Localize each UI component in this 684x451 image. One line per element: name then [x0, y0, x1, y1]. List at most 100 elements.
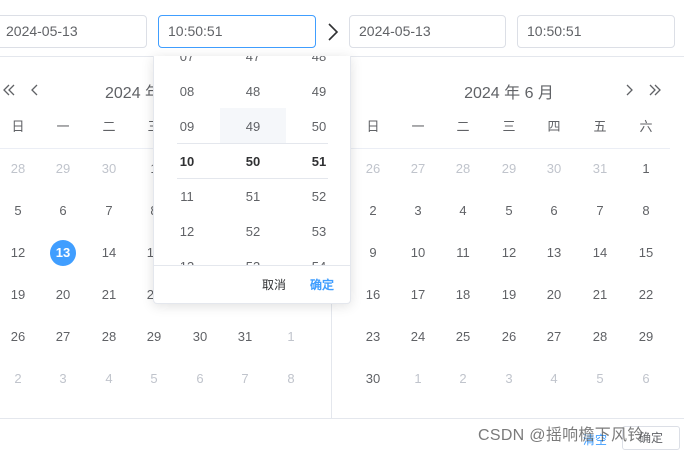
- day-cell[interactable]: 1: [630, 157, 662, 181]
- day-cell[interactable]: 26: [2, 325, 34, 349]
- time-cancel-button[interactable]: 取消: [262, 278, 286, 292]
- day-cell[interactable]: 22: [630, 283, 662, 307]
- day-cell-other-month[interactable]: 28: [2, 157, 34, 181]
- day-cell[interactable]: 9: [357, 241, 389, 265]
- day-cell[interactable]: 4: [447, 199, 479, 223]
- day-cell-other-month[interactable]: 26: [357, 157, 389, 181]
- day-cell[interactable]: 11: [447, 241, 479, 265]
- end-date-input[interactable]: 2024-05-13: [349, 15, 506, 48]
- start-date-input[interactable]: 2024-05-13: [0, 15, 147, 48]
- day-cell-other-month[interactable]: 27: [402, 157, 434, 181]
- day-cell[interactable]: 26: [493, 325, 525, 349]
- day-cell-other-month[interactable]: 6: [630, 367, 662, 391]
- day-cell-other-month[interactable]: 3: [493, 367, 525, 391]
- day-cell[interactable]: 28: [93, 325, 125, 349]
- next-month-icon[interactable]: [622, 83, 636, 97]
- time-option-selected[interactable]: 51: [286, 144, 350, 179]
- day-cell[interactable]: 21: [584, 283, 616, 307]
- day-cell[interactable]: 8: [630, 199, 662, 223]
- prev-month-icon[interactable]: [28, 83, 42, 97]
- prev-year-icon[interactable]: [2, 83, 16, 97]
- day-cell[interactable]: 13: [538, 241, 570, 265]
- time-option[interactable]: 07: [154, 56, 220, 74]
- time-option[interactable]: 49: [220, 109, 286, 144]
- time-option[interactable]: 48: [220, 74, 286, 109]
- day-cell[interactable]: 23: [357, 325, 389, 349]
- day-cell[interactable]: 30: [184, 325, 216, 349]
- day-cell[interactable]: 5: [2, 199, 34, 223]
- day-cell[interactable]: 27: [538, 325, 570, 349]
- time-option[interactable]: 13: [154, 249, 220, 265]
- day-cell-other-month[interactable]: 1: [275, 325, 307, 349]
- day-cell[interactable]: 12: [493, 241, 525, 265]
- time-option[interactable]: 48: [286, 56, 350, 74]
- day-cell[interactable]: 17: [402, 283, 434, 307]
- day-cell[interactable]: 5: [493, 199, 525, 223]
- day-cell[interactable]: 29: [630, 325, 662, 349]
- day-cell[interactable]: 27: [47, 325, 79, 349]
- next-year-icon[interactable]: [648, 83, 662, 97]
- day-cell-other-month[interactable]: 4: [93, 367, 125, 391]
- day-cell-other-month[interactable]: 4: [538, 367, 570, 391]
- day-cell[interactable]: 24: [402, 325, 434, 349]
- end-time-input[interactable]: 10:50:51: [517, 15, 675, 48]
- day-cell[interactable]: 25: [447, 325, 479, 349]
- day-cell[interactable]: 16: [357, 283, 389, 307]
- day-cell-other-month[interactable]: 28: [447, 157, 479, 181]
- day-cell-other-month[interactable]: 6: [184, 367, 216, 391]
- day-cell[interactable]: 31: [229, 325, 261, 349]
- day-cell[interactable]: 6: [47, 199, 79, 223]
- day-cell[interactable]: 20: [538, 283, 570, 307]
- time-option[interactable]: 52: [286, 179, 350, 214]
- time-option[interactable]: 09: [154, 109, 220, 144]
- time-option-selected[interactable]: 50: [220, 144, 286, 179]
- day-cell-other-month[interactable]: 1: [402, 367, 434, 391]
- day-cell-other-month[interactable]: 2: [2, 367, 34, 391]
- day-cell[interactable]: 28: [584, 325, 616, 349]
- time-option[interactable]: 08: [154, 74, 220, 109]
- day-cell[interactable]: 6: [538, 199, 570, 223]
- time-option[interactable]: 53: [286, 214, 350, 249]
- day-cell[interactable]: 19: [2, 283, 34, 307]
- day-cell-today[interactable]: 13: [47, 240, 79, 266]
- day-cell[interactable]: 7: [584, 199, 616, 223]
- day-cell[interactable]: 21: [93, 283, 125, 307]
- time-option[interactable]: 52: [220, 214, 286, 249]
- time-option[interactable]: 53: [220, 249, 286, 265]
- day-cell[interactable]: 29: [138, 325, 170, 349]
- time-option-selected[interactable]: 10: [154, 144, 220, 179]
- time-option[interactable]: 54: [286, 249, 350, 265]
- day-cell[interactable]: 18: [447, 283, 479, 307]
- day-cell[interactable]: 7: [93, 199, 125, 223]
- day-cell[interactable]: 14: [93, 241, 125, 265]
- day-cell-other-month[interactable]: 31: [584, 157, 616, 181]
- day-cell[interactable]: 12: [2, 241, 34, 265]
- day-cell-other-month[interactable]: 8: [275, 367, 307, 391]
- day-cell-other-month[interactable]: 29: [493, 157, 525, 181]
- time-option[interactable]: 12: [154, 214, 220, 249]
- day-cell-other-month[interactable]: 2: [447, 367, 479, 391]
- weekday-header: 二: [102, 119, 116, 134]
- time-option[interactable]: 11: [154, 179, 220, 214]
- day-cell-other-month[interactable]: 5: [138, 367, 170, 391]
- day-cell[interactable]: 14: [584, 241, 616, 265]
- day-cell[interactable]: 30: [357, 367, 389, 391]
- day-cell-other-month[interactable]: 7: [229, 367, 261, 391]
- time-option[interactable]: 50: [286, 109, 350, 144]
- day-cell-other-month[interactable]: 29: [47, 157, 79, 181]
- day-cell-other-month[interactable]: 30: [93, 157, 125, 181]
- time-option[interactable]: 51: [220, 179, 286, 214]
- start-time-input[interactable]: 10:50:51: [158, 15, 316, 48]
- time-ok-button[interactable]: 确定: [310, 278, 334, 292]
- day-cell[interactable]: 10: [402, 241, 434, 265]
- day-cell-other-month[interactable]: 3: [47, 367, 79, 391]
- time-option[interactable]: 47: [220, 56, 286, 74]
- day-cell[interactable]: 3: [402, 199, 434, 223]
- day-cell[interactable]: 15: [630, 241, 662, 265]
- time-option[interactable]: 49: [286, 74, 350, 109]
- day-cell-other-month[interactable]: 30: [538, 157, 570, 181]
- day-cell-other-month[interactable]: 5: [584, 367, 616, 391]
- day-cell[interactable]: 2: [357, 199, 389, 223]
- day-cell[interactable]: 20: [47, 283, 79, 307]
- day-cell[interactable]: 19: [493, 283, 525, 307]
